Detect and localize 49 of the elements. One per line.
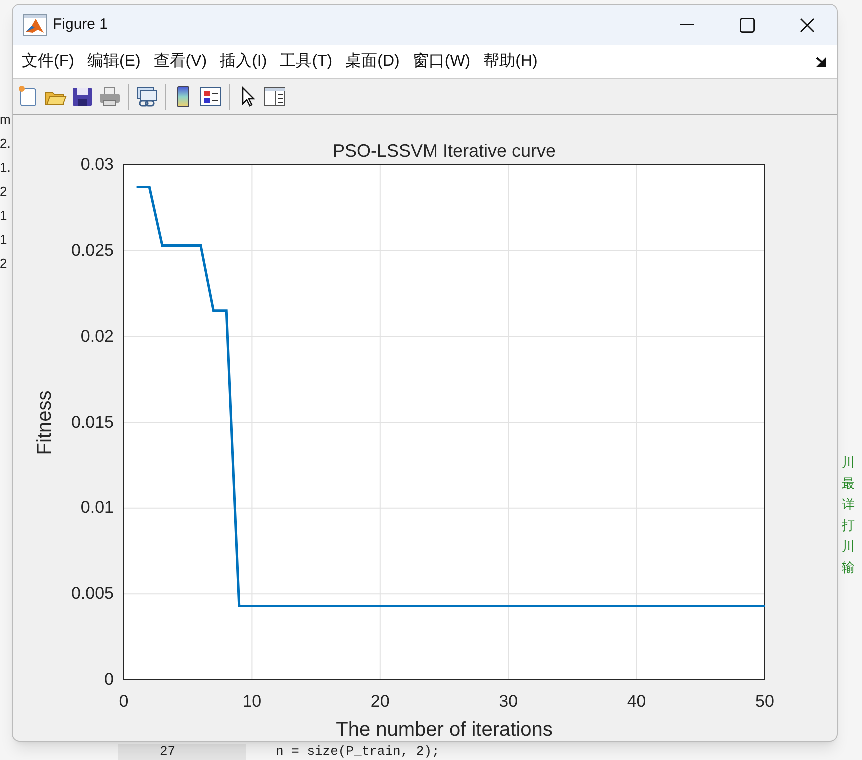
- y-axis-label: Fitness: [33, 390, 57, 455]
- y-tick-label: 0.005: [71, 584, 114, 604]
- comment-fragment: 打: [842, 517, 856, 535]
- legend-icon[interactable]: [199, 84, 223, 108]
- menu-item[interactable]: 查看(V): [148, 48, 212, 76]
- x-tick-label: 0: [119, 692, 129, 712]
- code-fragment: 1: [0, 232, 8, 248]
- x-tick-label: 30: [499, 692, 518, 712]
- comment-fragment: 详: [842, 496, 856, 514]
- y-tick-label: 0.02: [80, 326, 114, 347]
- y-tick-label: 0.01: [80, 498, 114, 518]
- code-fragment: 2.: [0, 136, 12, 152]
- dock-arrow-icon[interactable]: [816, 56, 827, 66]
- menu-item[interactable]: 插入(I): [215, 48, 272, 76]
- code-fragment: 2: [0, 184, 8, 200]
- printer-icon[interactable]: [98, 84, 122, 108]
- menu-item[interactable]: 窗口(W): [408, 48, 476, 76]
- close-icon[interactable]: [800, 18, 814, 32]
- y-tick-label: 0: [104, 670, 114, 690]
- chart-title: PSO-LSSVM Iterative curve: [332, 140, 556, 162]
- code-line: n = size(P_train, 2);: [276, 744, 440, 760]
- x-axis-label: The number of iterations: [336, 718, 553, 741]
- menu-item[interactable]: 文件(F): [17, 48, 80, 76]
- x-tick-label: 10: [242, 692, 262, 712]
- maximize-icon[interactable]: [740, 18, 754, 32]
- comment-fragment: 川: [842, 454, 856, 472]
- code-fragment: m: [0, 112, 12, 128]
- comment-fragment: 输: [842, 559, 856, 577]
- menu-item[interactable]: 工具(T): [275, 48, 338, 76]
- property-panel-icon[interactable]: [263, 84, 287, 108]
- minimize-icon[interactable]: [680, 24, 694, 26]
- line-number: 27: [160, 744, 177, 760]
- x-tick-label: 50: [756, 692, 774, 712]
- window-title: Figure 1: [53, 14, 108, 35]
- y-tick-label: 0.025: [71, 240, 114, 261]
- code-fragment: 2: [0, 256, 8, 272]
- x-tick-label: 20: [370, 692, 390, 712]
- y-tick-label: 0.015: [71, 412, 114, 432]
- code-fragment: 1: [0, 208, 8, 224]
- menu-item[interactable]: 编辑(E): [82, 48, 146, 76]
- x-tick-label: 40: [627, 692, 646, 712]
- menu-item[interactable]: 帮助(H): [478, 48, 543, 76]
- code-fragment: 1.: [0, 160, 12, 176]
- menu-item[interactable]: 桌面(D): [340, 48, 405, 76]
- y-tick-label: 0.03: [80, 155, 114, 175]
- app-logo-icon: [23, 14, 47, 36]
- comment-fragment: 最: [842, 475, 856, 493]
- comment-fragment: 川: [842, 538, 856, 556]
- linked-windows-icon[interactable]: [135, 84, 159, 108]
